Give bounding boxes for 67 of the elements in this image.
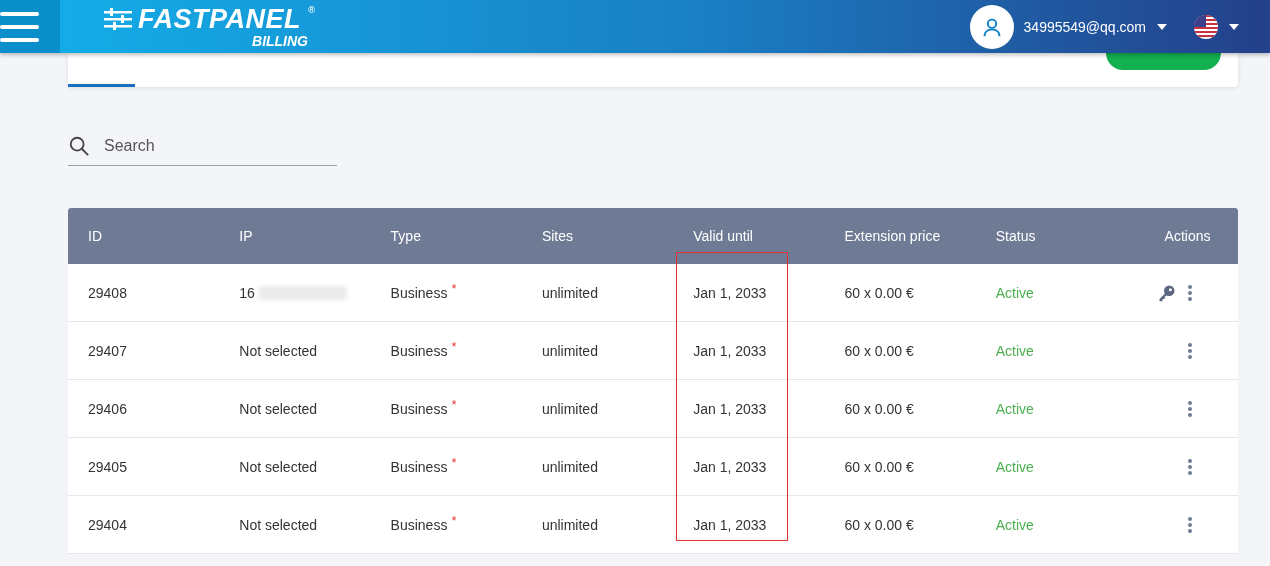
more-icon[interactable] xyxy=(1188,342,1192,359)
user-icon xyxy=(981,16,1002,37)
column-header: Status xyxy=(995,228,1037,244)
license-type: Business xyxy=(390,342,448,359)
table-cell-text: 29406 xyxy=(88,400,128,417)
column-header: Type xyxy=(390,228,422,244)
status-text: Active xyxy=(995,284,1035,301)
table-cell-text: 60 x 0.00 € xyxy=(844,458,915,475)
sliders-icon xyxy=(104,7,132,30)
status-text: Active xyxy=(995,458,1035,475)
table-cell-text: unlimited xyxy=(541,458,599,475)
table-cell-text: unlimited xyxy=(541,400,599,417)
logo-text: FASTPANEL xyxy=(138,4,301,33)
status-text: Active xyxy=(995,400,1035,417)
search-icon xyxy=(68,135,90,157)
key-icon[interactable] xyxy=(1158,283,1176,302)
table-cell-text: 29408 xyxy=(88,284,128,301)
caret-icon[interactable] xyxy=(1228,22,1240,31)
more-icon[interactable] xyxy=(1188,516,1192,533)
table-cell-text: Not selected xyxy=(239,458,319,475)
table-cell-text: Jan 1, 2033 xyxy=(693,516,768,533)
table-cell-text: 29407 xyxy=(88,342,128,359)
menu-icon[interactable] xyxy=(0,0,60,53)
more-icon[interactable] xyxy=(1188,458,1192,475)
table-cell-text: 60 x 0.00 € xyxy=(844,516,915,533)
license-type: Business xyxy=(390,400,448,417)
column-header: Sites xyxy=(541,228,574,244)
flag-icon[interactable] xyxy=(1194,14,1218,39)
column-header: Valid until xyxy=(693,228,754,244)
table-cell: 16 xyxy=(239,284,391,301)
column-header: Actions xyxy=(1163,228,1212,244)
action-button[interactable] xyxy=(1106,53,1221,70)
table-cell-text: unlimited xyxy=(541,284,599,301)
table-cell-text: unlimited xyxy=(541,342,599,359)
caret-icon[interactable] xyxy=(1156,22,1168,31)
search-field[interactable]: Search xyxy=(104,137,324,155)
required-mark: * xyxy=(451,280,457,296)
more-icon[interactable] xyxy=(1188,400,1192,417)
column-header: Extension price xyxy=(844,228,942,244)
table-cell-text: Not selected xyxy=(239,342,319,359)
table-cell-text: Not selected xyxy=(239,400,319,417)
column-header: IP xyxy=(239,228,254,244)
license-type: Business xyxy=(390,458,448,475)
table-cell-text: Not selected xyxy=(239,516,319,533)
status-text: Active xyxy=(995,516,1035,533)
logo-subtitle: BILLING xyxy=(252,32,308,49)
table-cell-text: 29404 xyxy=(88,516,128,533)
table-cell-text: Jan 1, 2033 xyxy=(693,400,768,417)
required-mark: * xyxy=(451,454,457,470)
table-cell-text: Jan 1, 2033 xyxy=(693,342,768,359)
license-type: Business xyxy=(390,284,448,301)
license-type: Business xyxy=(390,516,448,533)
table-cell-text: 60 x 0.00 € xyxy=(844,342,915,359)
table-cell-text: unlimited xyxy=(541,516,599,533)
table-cell-text: Jan 1, 2033 xyxy=(693,284,768,301)
registered-mark: ® xyxy=(307,4,316,15)
table-cell-text: Jan 1, 2033 xyxy=(693,458,768,475)
column-header: ID xyxy=(88,228,103,244)
table-cell-text: 60 x 0.00 € xyxy=(844,284,915,301)
required-mark: * xyxy=(451,338,457,354)
table-cell-text: 60 x 0.00 € xyxy=(844,400,915,417)
table-cell-text: 29405 xyxy=(88,458,128,475)
required-mark: * xyxy=(451,396,457,412)
more-icon[interactable] xyxy=(1188,284,1192,301)
required-mark: * xyxy=(451,512,457,528)
user-email[interactable]: 34995549@qq.com xyxy=(1023,18,1146,35)
status-text: Active xyxy=(995,342,1035,359)
